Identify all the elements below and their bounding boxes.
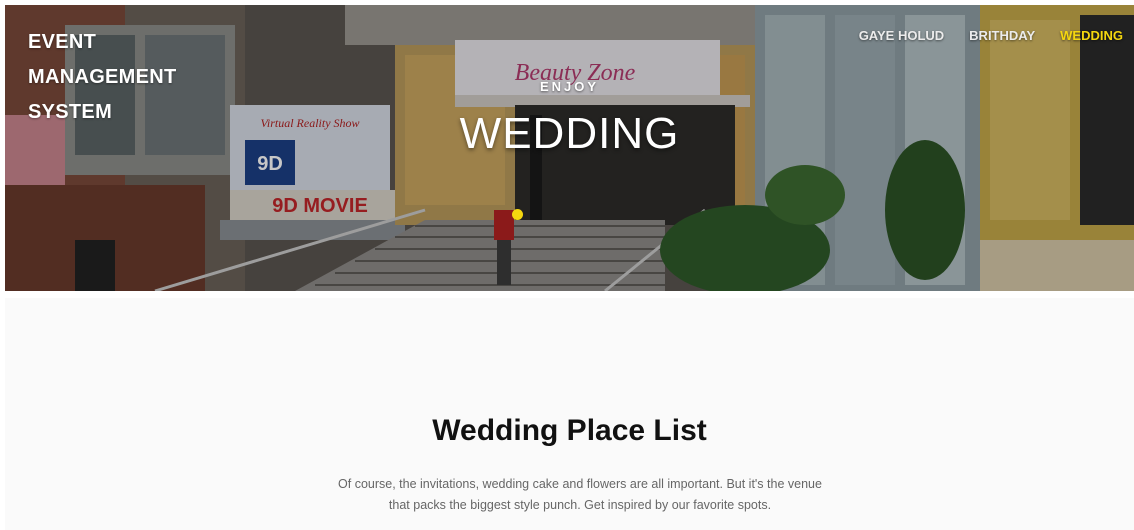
- logo-line-1: EVENT: [28, 31, 97, 53]
- description-line-1: Of course, the invitations, wedding cake…: [338, 477, 822, 491]
- place-list-section: Wedding Place List Of course, the invita…: [5, 298, 1134, 530]
- page: 9D Virtual Reality Show 9D MOVIE Beauty …: [0, 0, 1134, 530]
- main-nav: GAYE HOLUD BRITHDAY WEDDING: [859, 28, 1123, 43]
- section-description: Of course, the invitations, wedding cake…: [335, 474, 825, 516]
- description-line-2: that packs the biggest style punch. Get …: [388, 498, 772, 512]
- nav-item-gaye-holud[interactable]: GAYE HOLUD: [859, 28, 944, 43]
- hero-title: WEDDING: [459, 109, 680, 158]
- nav-item-wedding[interactable]: WEDDING: [1060, 28, 1123, 43]
- cursor-dot: [512, 209, 523, 220]
- nav-item-birthday[interactable]: BRITHDAY: [969, 28, 1035, 43]
- section-title: Wedding Place List: [432, 414, 707, 447]
- hero-banner: 9D Virtual Reality Show 9D MOVIE Beauty …: [5, 5, 1134, 291]
- hero-subtitle: ENJOY: [539, 79, 600, 94]
